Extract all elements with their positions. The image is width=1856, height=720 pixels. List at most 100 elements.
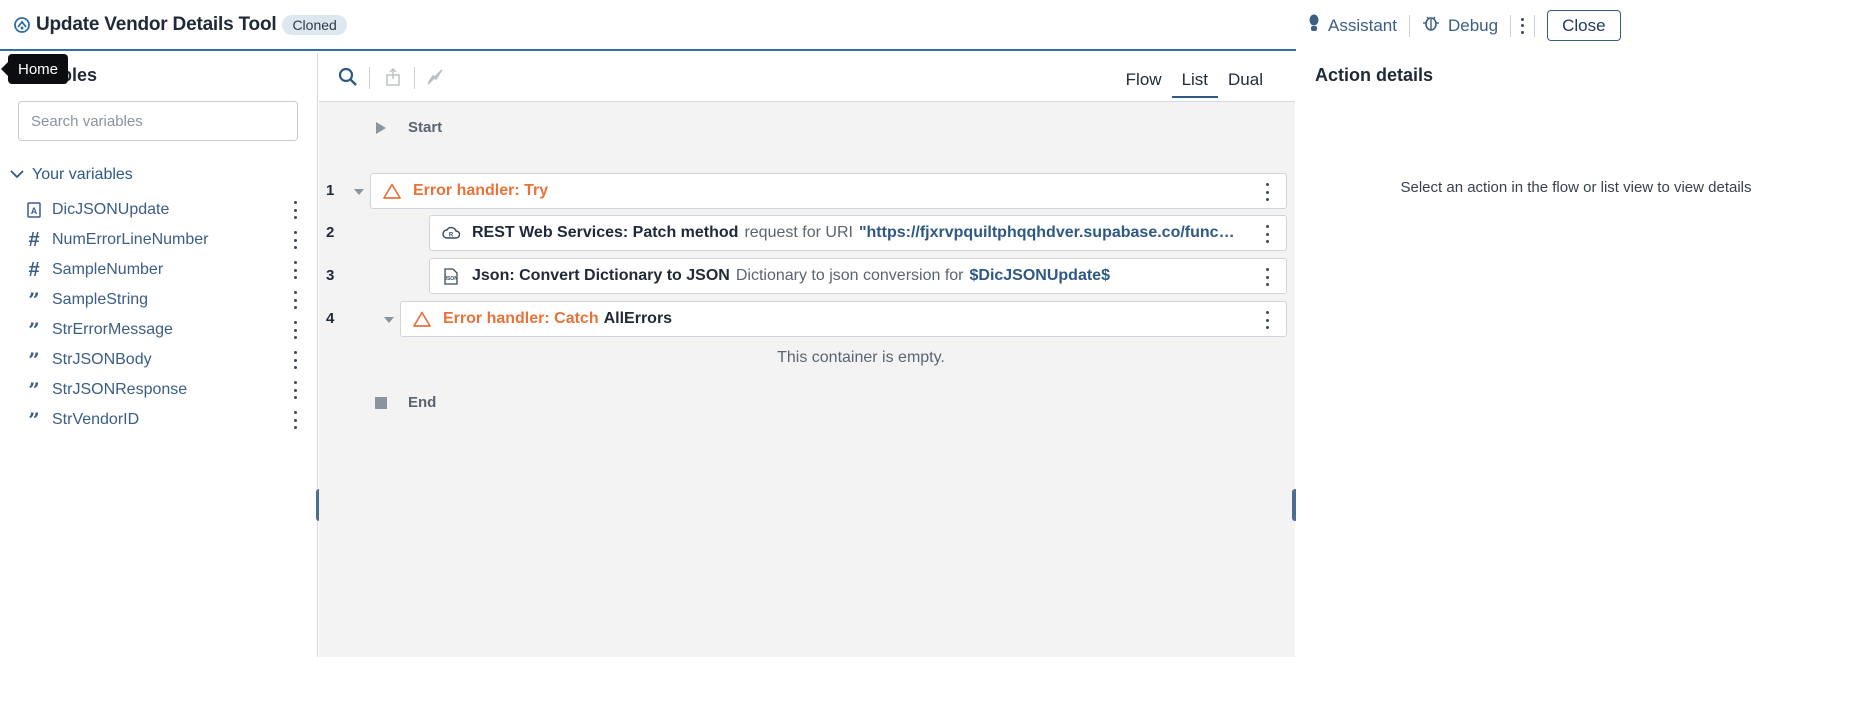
app-root: Update Vendor Details Tool Cloned Assist… bbox=[0, 0, 1856, 720]
variable-name: StrJSONBody bbox=[52, 351, 152, 368]
chevron-down-icon bbox=[10, 166, 32, 184]
view-tabs: Flow List Dual bbox=[1116, 70, 1273, 98]
variable-item[interactable]: ” StrJSONResponse bbox=[0, 375, 318, 405]
debug-label: Debug bbox=[1447, 15, 1499, 35]
action-menu-icon[interactable] bbox=[1264, 268, 1270, 286]
collapse-caret-icon[interactable] bbox=[354, 189, 364, 195]
variable-name: DicJSONUpdate bbox=[52, 201, 170, 218]
action-value: $DicJSONUpdate$ bbox=[969, 267, 1110, 284]
debug-button[interactable]: Debug bbox=[1410, 14, 1510, 37]
variable-menu-icon[interactable] bbox=[292, 291, 298, 309]
line-number: 3 bbox=[326, 267, 335, 284]
bug-icon bbox=[1422, 14, 1448, 37]
toolbar-divider bbox=[369, 67, 370, 89]
header-actions: Assistant Debug Close bbox=[1296, 0, 1856, 51]
variable-item[interactable]: ” StrErrorMessage bbox=[0, 315, 318, 345]
warning-triangle-icon bbox=[413, 310, 431, 328]
variables-list: A DicJSONUpdate # NumErrorLineNumber # S… bbox=[0, 195, 318, 435]
svg-text:A: A bbox=[31, 206, 38, 216]
empty-container-message: This container is empty. bbox=[777, 349, 945, 366]
variable-menu-icon[interactable] bbox=[292, 261, 298, 279]
action-menu-icon[interactable] bbox=[1264, 183, 1270, 201]
export-icon[interactable] bbox=[381, 65, 405, 89]
variable-name: SampleNumber bbox=[52, 261, 164, 278]
variable-name: SampleString bbox=[52, 291, 149, 308]
line-number: 1 bbox=[326, 182, 335, 199]
tab-list[interactable]: List bbox=[1171, 70, 1219, 98]
action-row-json-convert[interactable]: JSON Json: Convert Dictionary to JSON Di… bbox=[429, 258, 1287, 294]
string-icon: ” bbox=[28, 348, 40, 372]
string-icon: ” bbox=[28, 318, 40, 342]
canvas-toolbar: Flow List Dual bbox=[319, 53, 1295, 102]
search-icon[interactable] bbox=[336, 65, 360, 89]
svg-text:JSON: JSON bbox=[444, 276, 458, 282]
action-name: Error handler: Try bbox=[413, 182, 549, 199]
kebab-icon bbox=[1521, 17, 1525, 34]
action-name: REST Web Services: Patch method bbox=[472, 224, 739, 241]
start-node: Start bbox=[374, 119, 442, 136]
variable-item[interactable]: A DicJSONUpdate bbox=[0, 195, 318, 225]
action-details-hint: Select an action in the flow or list vie… bbox=[1400, 179, 1752, 196]
cloud-rest-icon: R bbox=[442, 224, 460, 242]
top-header: Update Vendor Details Tool Cloned Assist… bbox=[0, 0, 1856, 51]
action-menu-icon[interactable] bbox=[1264, 311, 1270, 329]
collapse-caret-icon[interactable] bbox=[384, 317, 394, 323]
string-icon: ” bbox=[28, 378, 40, 402]
variable-name: NumErrorLineNumber bbox=[52, 231, 209, 248]
tab-dual[interactable]: Dual bbox=[1218, 70, 1273, 98]
variable-menu-icon[interactable] bbox=[292, 201, 298, 219]
variable-menu-icon[interactable] bbox=[292, 231, 298, 249]
search-variables-input[interactable] bbox=[18, 101, 298, 141]
variable-item[interactable]: ” StrVendorID bbox=[0, 405, 318, 435]
number-icon: # bbox=[28, 228, 40, 251]
status-badge: Cloned bbox=[282, 14, 347, 35]
action-value: "https://fjxrvpquiltphqqhdver.supabase.c… bbox=[858, 224, 1238, 241]
action-row-rest-patch[interactable]: R REST Web Services: Patch method reques… bbox=[429, 215, 1287, 251]
end-node: End bbox=[374, 394, 436, 411]
string-icon: ” bbox=[28, 408, 40, 432]
play-icon bbox=[374, 121, 388, 135]
number-icon: # bbox=[28, 258, 40, 281]
action-name: Error handler: Catch bbox=[443, 310, 599, 327]
stop-icon bbox=[374, 396, 388, 409]
action-menu-icon[interactable] bbox=[1264, 225, 1270, 243]
close-button[interactable]: Close bbox=[1547, 10, 1621, 41]
warning-triangle-icon bbox=[383, 182, 401, 200]
variable-name: StrJSONResponse bbox=[52, 381, 188, 398]
variables-panel: Variables Your variables A DicJSONUpdate… bbox=[0, 53, 318, 657]
action-row-try[interactable]: Error handler: Try bbox=[370, 173, 1287, 209]
action-extra: AllErrors bbox=[603, 310, 673, 327]
page-title: Update Vendor Details Tool bbox=[36, 13, 277, 35]
variable-name: StrVendorID bbox=[52, 411, 140, 428]
your-variables-toggle[interactable]: Your variables bbox=[10, 166, 133, 184]
bot-logo-icon bbox=[12, 15, 32, 35]
action-name: Json: Convert Dictionary to JSON bbox=[472, 267, 730, 284]
header-divider bbox=[1534, 14, 1536, 37]
more-options-button[interactable] bbox=[1511, 17, 1534, 34]
flow-canvas: Flow List Dual Start 1 Error handler: Tr… bbox=[319, 53, 1295, 657]
action-description: Dictionary to json conversion for bbox=[735, 267, 964, 284]
variable-item[interactable]: ” StrJSONBody bbox=[0, 345, 318, 375]
variable-item[interactable]: # NumErrorLineNumber bbox=[0, 225, 318, 255]
tab-flow[interactable]: Flow bbox=[1116, 70, 1172, 98]
disable-action-icon[interactable] bbox=[423, 65, 447, 89]
svg-text:R: R bbox=[449, 233, 454, 239]
toolbar-divider bbox=[414, 67, 415, 89]
variable-item[interactable]: ” SampleString bbox=[0, 285, 318, 315]
variable-menu-icon[interactable] bbox=[292, 321, 298, 339]
action-description: request for URI bbox=[744, 224, 853, 241]
variable-menu-icon[interactable] bbox=[292, 411, 298, 429]
json-file-icon: JSON bbox=[442, 267, 460, 285]
variable-menu-icon[interactable] bbox=[292, 351, 298, 369]
start-label: Start bbox=[408, 119, 443, 136]
variable-item[interactable]: # SampleNumber bbox=[0, 255, 318, 285]
end-label: End bbox=[408, 394, 437, 411]
variable-menu-icon[interactable] bbox=[292, 381, 298, 399]
home-tooltip: Home bbox=[0, 54, 69, 84]
action-details-panel: Action details Select an action in the f… bbox=[1296, 53, 1856, 657]
assistant-button[interactable]: Assistant bbox=[1296, 14, 1409, 37]
dictionary-icon: A bbox=[26, 202, 42, 218]
line-number: 4 bbox=[326, 310, 335, 327]
action-row-catch[interactable]: Error handler: Catch AllErrors bbox=[400, 301, 1287, 337]
your-variables-label: Your variables bbox=[32, 166, 133, 183]
